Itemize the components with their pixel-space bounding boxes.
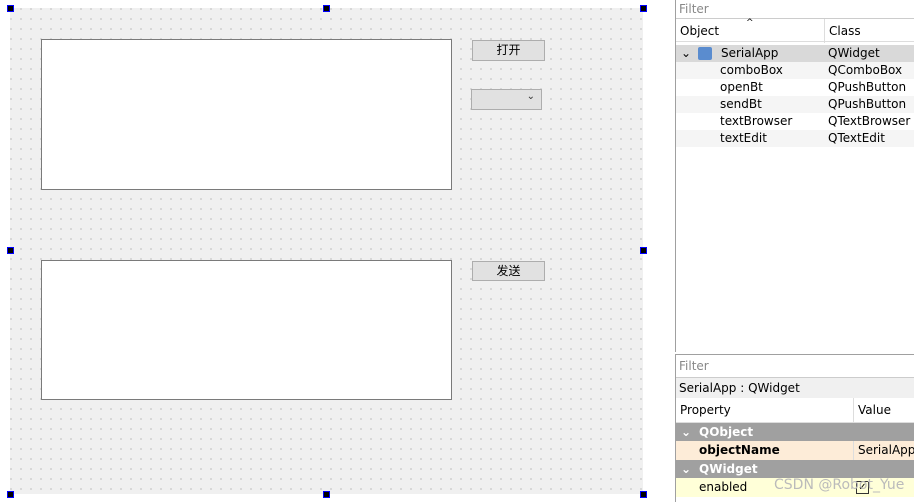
object-filter-input[interactable]: Filter xyxy=(676,0,914,19)
column-class[interactable]: Class xyxy=(824,19,861,43)
tree-row-child[interactable]: textEdit QTextEdit xyxy=(676,130,914,147)
resize-handle[interactable] xyxy=(640,5,647,12)
property-filter-input[interactable]: Filter xyxy=(676,355,914,378)
object-name: openBt xyxy=(720,80,763,94)
resize-handle[interactable] xyxy=(7,491,14,498)
tree-row-root[interactable]: ⌄ SerialApp QWidget xyxy=(676,45,914,62)
object-class: QWidget xyxy=(828,46,880,60)
column-property[interactable]: Property xyxy=(680,398,731,422)
resize-handle[interactable] xyxy=(7,247,14,254)
resize-handle[interactable] xyxy=(323,491,330,498)
chevron-down-icon[interactable]: ⌄ xyxy=(681,45,691,62)
object-name: textBrowser xyxy=(720,114,793,128)
object-name: sendBt xyxy=(720,97,762,111)
open-button[interactable]: 打开 xyxy=(472,40,545,61)
property-row-objectname[interactable]: objectName SerialApp xyxy=(676,441,914,460)
watermark: CSDN @Robot_Yue xyxy=(774,477,905,493)
group-qobject[interactable]: ⌄ QObject xyxy=(676,423,914,441)
object-class: QPushButton xyxy=(828,97,907,111)
sort-arrow-icon: ^ xyxy=(746,18,754,28)
object-class: QTextBrowser xyxy=(828,114,911,128)
resize-handle[interactable] xyxy=(7,5,14,12)
object-class: QPushButton xyxy=(828,80,907,94)
text-browser[interactable] xyxy=(41,39,452,190)
tree-row-child[interactable]: sendBt QPushButton xyxy=(676,96,914,113)
property-value[interactable]: SerialApp xyxy=(853,441,914,460)
text-edit[interactable] xyxy=(41,260,452,400)
object-class: QTextEdit xyxy=(828,131,885,145)
resize-handle[interactable] xyxy=(323,5,330,12)
object-class: QComboBox xyxy=(828,63,903,77)
property-context: SerialApp : QWidget xyxy=(676,378,914,398)
send-button[interactable]: 发送 xyxy=(472,261,545,281)
chevron-down-icon: ⌄ xyxy=(526,91,535,102)
tree-row-child[interactable]: openBt QPushButton xyxy=(676,79,914,96)
widget-icon xyxy=(698,47,712,60)
tree-row-child[interactable]: comboBox QComboBox xyxy=(676,62,914,79)
tree-row-child[interactable]: textBrowser QTextBrowser xyxy=(676,113,914,130)
group-qwidget[interactable]: ⌄ QWidget xyxy=(676,460,914,478)
combo-box[interactable]: ⌄ xyxy=(471,89,542,110)
object-name: comboBox xyxy=(720,63,783,77)
object-name: textEdit xyxy=(720,131,767,145)
column-object[interactable]: Object xyxy=(680,19,719,43)
object-inspector: Filter ^ Object Class ⌄ SerialApp QWidge… xyxy=(675,0,914,352)
resize-handle[interactable] xyxy=(640,491,647,498)
property-name: objectName xyxy=(699,443,780,457)
column-value[interactable]: Value xyxy=(853,398,891,422)
resize-handle[interactable] xyxy=(640,247,647,254)
property-name: enabled xyxy=(699,480,748,494)
object-name: SerialApp xyxy=(721,46,779,60)
